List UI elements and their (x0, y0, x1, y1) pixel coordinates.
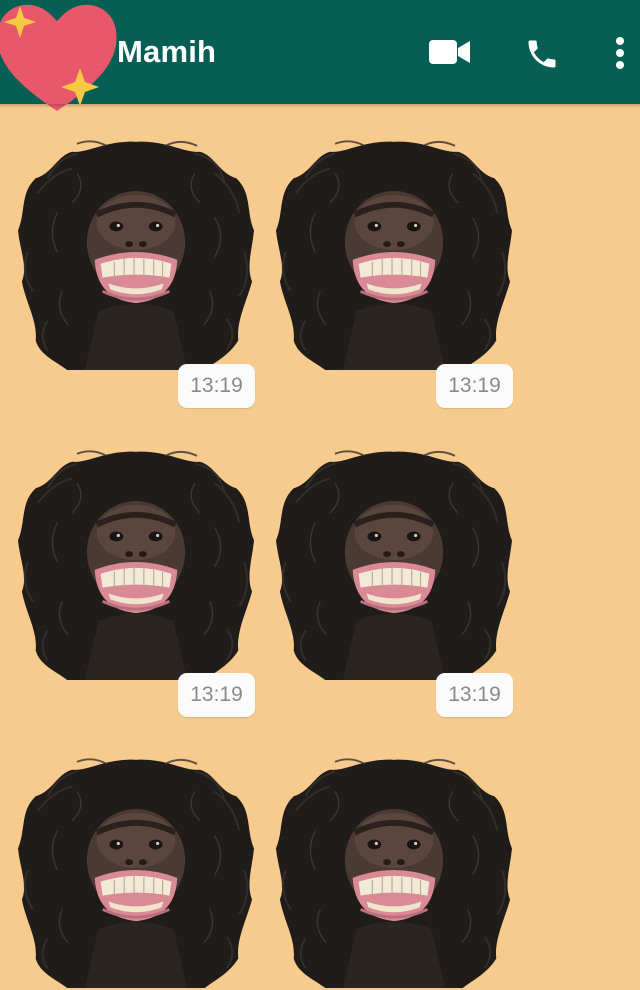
message-time: 13:19 (436, 364, 513, 408)
message-time: 13:19 (178, 364, 255, 408)
sticker-message[interactable] (18, 132, 254, 372)
message-time: 13:19 (436, 673, 513, 717)
message-time: 13:19 (178, 673, 255, 717)
video-call-button[interactable] (426, 34, 474, 70)
sticker-message[interactable] (18, 442, 254, 682)
voice-call-button[interactable] (520, 32, 564, 76)
chat-header: Mamih (0, 0, 640, 111)
phone-icon (528, 40, 556, 68)
sticker-message[interactable] (276, 442, 512, 682)
contact-name[interactable]: Mamih (117, 34, 216, 70)
sticker-message[interactable] (18, 750, 254, 990)
heart-avatar-icon[interactable] (0, 0, 122, 118)
sticker-message[interactable] (276, 132, 512, 372)
video-camera-icon (429, 40, 470, 64)
more-vertical-icon (616, 37, 624, 69)
sticker-message[interactable] (276, 750, 512, 990)
more-options-button[interactable] (604, 30, 636, 76)
